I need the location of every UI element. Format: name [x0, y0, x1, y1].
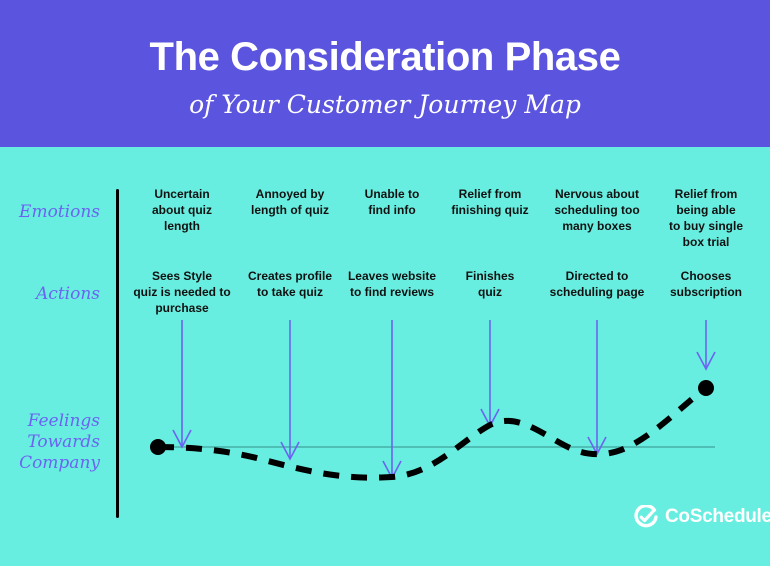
- emotion-text-6: Relief from being able to buy single box…: [668, 187, 743, 249]
- arrow-stage-1: [172, 320, 192, 449]
- row-label-actions: Actions: [36, 284, 100, 304]
- arrow-stage-2: [280, 320, 300, 461]
- emotion-text-5: Nervous about scheduling too many boxes: [554, 187, 640, 233]
- row-label-feelings: Feelings Towards Company: [19, 411, 100, 473]
- emotion-text-4: Relief from finishing quiz: [451, 187, 529, 217]
- stage-connector-arrows: [172, 320, 716, 480]
- page-subtitle: of Your Customer Journey Map: [189, 90, 581, 119]
- check-circle-icon: [634, 505, 658, 528]
- row-label-emotions: Emotions: [19, 202, 100, 222]
- action-text-4: Finishes quiz: [465, 269, 515, 299]
- arrow-stage-6: [696, 320, 716, 371]
- header-banner: The Consideration Phase of Your Customer…: [0, 0, 770, 147]
- coschedule-logo[interactable]: CoSchedule: [634, 505, 770, 529]
- action-text-1: Sees Style quiz is needed to purchase: [133, 269, 231, 315]
- action-text-6: Chooses subscription: [669, 269, 742, 299]
- arrow-stage-5: [587, 320, 607, 456]
- emotion-text-1: Uncertain about quiz length: [152, 187, 212, 233]
- page-title: The Consideration Phase: [149, 35, 621, 79]
- curve-end-dot: [698, 380, 714, 396]
- sentiment-curve: [157, 385, 708, 481]
- arrow-stage-3: [382, 320, 402, 480]
- infographic-canvas: The Consideration Phase of Your Customer…: [0, 0, 770, 566]
- curve-start-dot: [150, 439, 166, 455]
- vertical-axis-line: [116, 189, 119, 518]
- arrow-stage-4: [480, 320, 500, 428]
- logo-wordmark: CoSchedule: [665, 506, 770, 527]
- action-text-5: Directed to scheduling page: [549, 269, 645, 299]
